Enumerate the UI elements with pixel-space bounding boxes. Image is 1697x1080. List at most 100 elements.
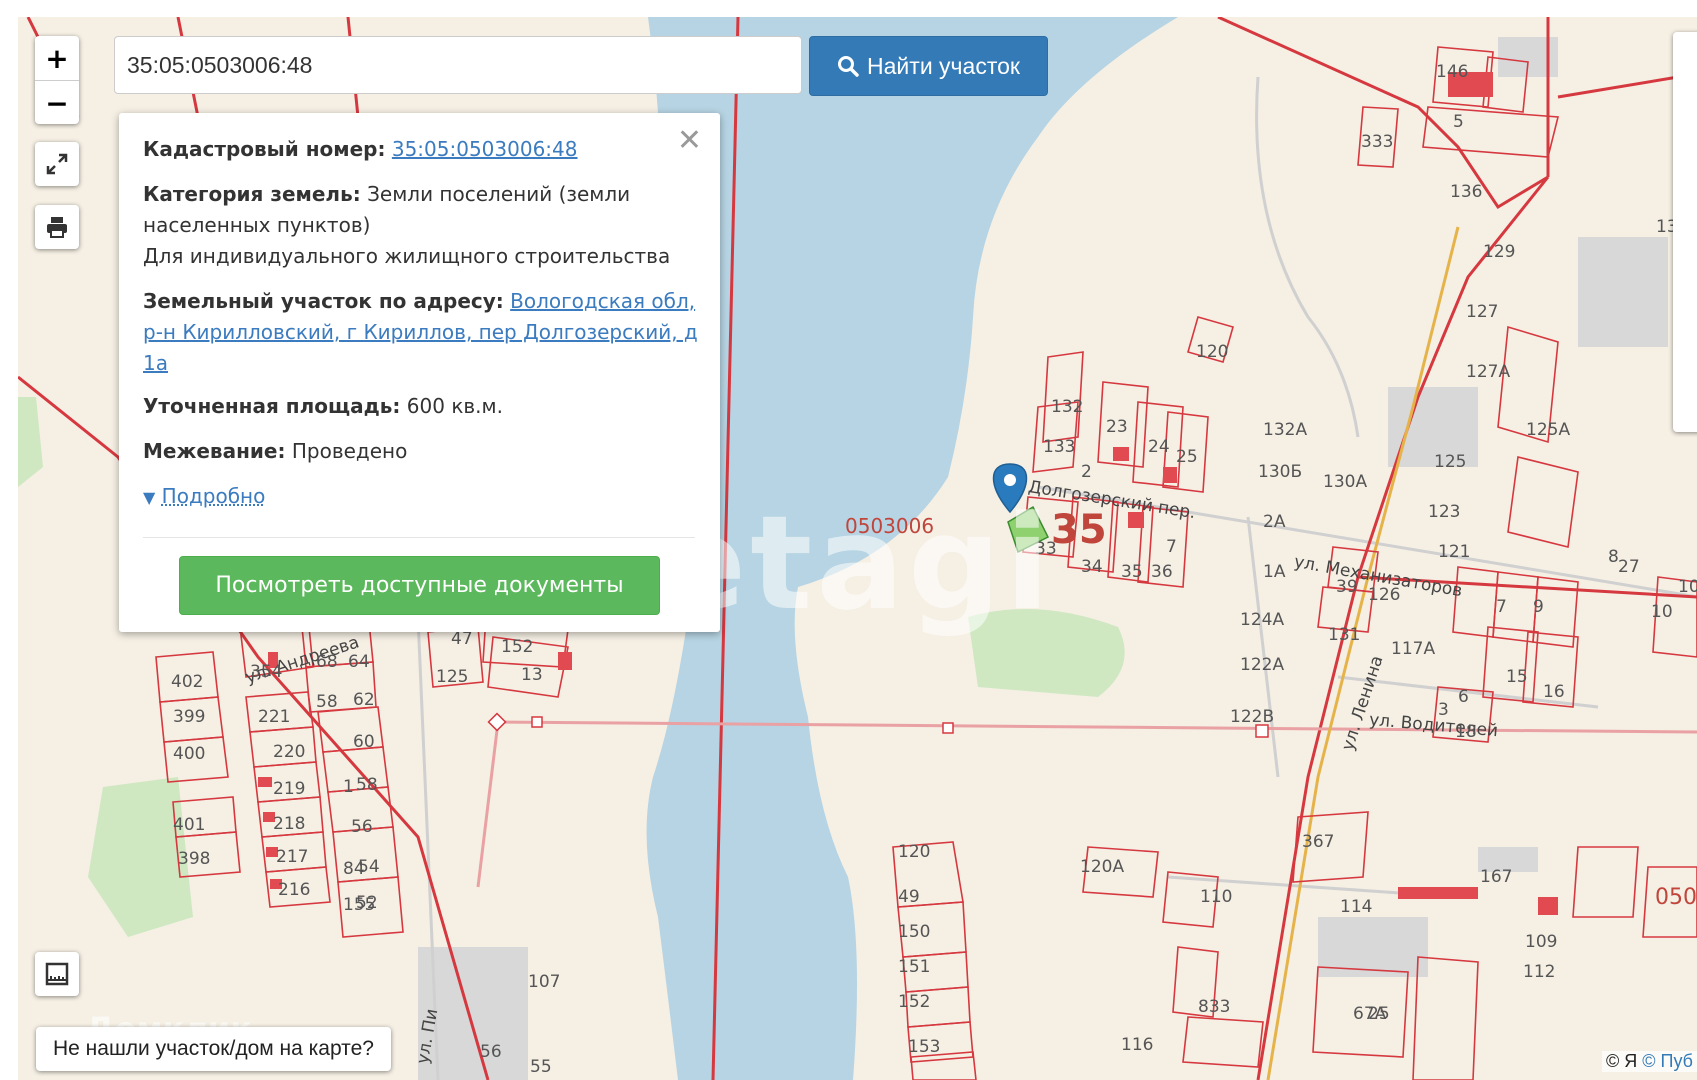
parcel-number-label: 220 bbox=[273, 742, 306, 762]
parcel-number-label: 7 bbox=[1496, 597, 1507, 617]
parcel-number-label: 127А bbox=[1466, 362, 1511, 382]
parcel-number-label: 25 bbox=[1368, 1004, 1390, 1024]
parcel-number-label: 167 bbox=[1480, 867, 1513, 887]
cadastral-search-input[interactable] bbox=[114, 36, 802, 94]
parcel-number-label: 219 bbox=[273, 779, 306, 799]
printer-icon bbox=[47, 217, 67, 238]
parcel-number-label: 13 bbox=[521, 665, 543, 685]
park-area bbox=[18, 397, 43, 487]
parcel-number-label: 122А bbox=[1240, 655, 1285, 675]
view-documents-button[interactable]: Посмотреть доступные документы bbox=[179, 556, 660, 615]
parcel-number-label: 125А bbox=[1526, 420, 1571, 440]
parcel-number-label: 10 bbox=[1678, 577, 1697, 597]
parcel-number-label: 62 bbox=[353, 690, 375, 710]
block-label: 35 bbox=[1051, 507, 1107, 553]
details-toggle[interactable]: ▼ Подробно bbox=[143, 481, 703, 513]
parcel-number-label: 131 bbox=[1328, 625, 1361, 645]
parcel-number-label: 109 bbox=[1525, 932, 1558, 952]
zoom-in-button[interactable]: + bbox=[35, 36, 79, 81]
area-label: Уточненная площадь: bbox=[143, 394, 401, 418]
parcel-number-label: 221 bbox=[258, 707, 291, 727]
find-parcel-button[interactable]: Найти участок bbox=[809, 36, 1048, 96]
parcel-number-label: 401 bbox=[173, 815, 206, 835]
parcel-number-label: 16 bbox=[1543, 682, 1565, 702]
parcel-number-label: 152 bbox=[501, 637, 534, 657]
parcel-number-label: 34 bbox=[1081, 557, 1103, 577]
parcel-number-label: 153 bbox=[908, 1037, 941, 1057]
parcel-number-label: 5 bbox=[1453, 112, 1464, 132]
cadastral-number-row: Кадастровый номер: 35:05:0503006:48 bbox=[143, 134, 703, 165]
parcel-number-label: 129 bbox=[1483, 242, 1516, 262]
fullscreen-button[interactable] bbox=[35, 142, 79, 186]
zoom-control: + − bbox=[35, 36, 79, 124]
parcel-number-label: 333 bbox=[1361, 132, 1394, 152]
parcel-number-label: 15 bbox=[1506, 667, 1528, 687]
parcel-number-label: 6 bbox=[1458, 687, 1469, 707]
parcel-number-label: 367 bbox=[1302, 832, 1335, 852]
print-button[interactable] bbox=[35, 205, 79, 249]
parcel-number-label: 2А bbox=[1263, 512, 1286, 532]
parcel-number-label: 9 bbox=[1533, 597, 1544, 617]
parcel-number-label: 146 bbox=[1436, 62, 1469, 82]
parcel-number-label: 398 bbox=[178, 849, 211, 869]
parcel-number-label: 58 bbox=[316, 692, 338, 712]
parcel-number-label: 121 bbox=[1438, 542, 1471, 562]
public-map-attribution[interactable]: © Пуб bbox=[1642, 1051, 1693, 1071]
not-found-button[interactable]: Не нашли участок/дом на карте? bbox=[36, 1027, 391, 1071]
parcel-number-label: 833 bbox=[1198, 997, 1231, 1017]
parcel-number-label: 150 bbox=[898, 922, 931, 942]
parcel-number-label: 47 bbox=[451, 629, 473, 649]
area-row: Уточненная площадь: 600 кв.м. bbox=[143, 391, 703, 422]
caret-down-icon: ▼ bbox=[143, 488, 156, 507]
parcel-number-label: 125 bbox=[1434, 452, 1467, 472]
area-value: 600 кв.м. bbox=[406, 394, 503, 418]
parcel-number-label: 120А bbox=[1080, 857, 1125, 877]
parcel-number-label: 130Б bbox=[1258, 462, 1303, 482]
fullscreen-icon bbox=[46, 153, 68, 175]
search-icon bbox=[838, 56, 859, 77]
cadastral-label: Кадастровый номер: bbox=[143, 137, 386, 161]
cadastral-number-link[interactable]: 35:05:0503006:48 bbox=[392, 137, 578, 161]
parcel-number-label: 1 bbox=[343, 777, 354, 797]
parcel-number-label: 25 bbox=[1176, 447, 1198, 467]
layers-panel[interactable] bbox=[1673, 32, 1697, 432]
zoom-out-button[interactable]: − bbox=[35, 81, 79, 125]
land-usage: Для индивидуального жилищного строительс… bbox=[143, 244, 671, 268]
parcel-number-label: 130А bbox=[1323, 472, 1368, 492]
parcel-number-label: 123 bbox=[1428, 502, 1461, 522]
parcel-number-label: 7 bbox=[1166, 537, 1177, 557]
parcel-number-label: 120 bbox=[1196, 342, 1229, 362]
map-attribution: © Я © Пуб bbox=[1602, 1051, 1697, 1072]
details-link[interactable]: Подробно bbox=[162, 484, 266, 508]
parcel-number-label: 55 bbox=[530, 1057, 552, 1077]
parcel-info-popup: ✕ Кадастровый номер: 35:05:0503006:48 Ка… bbox=[119, 113, 720, 632]
parcel-number-label: 107 bbox=[528, 972, 561, 992]
category-label: Категория земель: bbox=[143, 182, 361, 206]
survey-value: Проведено bbox=[291, 439, 408, 463]
parcel-number-label: 60 bbox=[353, 732, 375, 752]
ruler-button[interactable] bbox=[35, 952, 79, 996]
parcel-number-label: 399 bbox=[173, 707, 206, 727]
parcel-number-label: 117А bbox=[1391, 639, 1436, 659]
parcel-number-label: 110 bbox=[1200, 887, 1233, 907]
quarter-label-2: 050 bbox=[1655, 885, 1697, 910]
survey-label: Межевание: bbox=[143, 439, 286, 463]
parcel-number-label: 217 bbox=[276, 847, 309, 867]
parcel-number-label: 126 bbox=[1368, 585, 1401, 605]
parcel-number-label: 132А bbox=[1263, 420, 1308, 440]
parcel-number-label: 23 bbox=[1106, 417, 1128, 437]
parcel-number-label: 124А bbox=[1240, 610, 1285, 630]
parcel-number-label: 136 bbox=[1450, 182, 1483, 202]
parcel-number-label: 120 bbox=[898, 842, 931, 862]
parcel-number-label: 151 bbox=[898, 957, 931, 977]
parcel-number-label: 36 bbox=[1151, 562, 1173, 582]
parcel-number-label: 125 bbox=[436, 667, 469, 687]
parcel-number-label: 10 bbox=[1651, 602, 1673, 622]
parcel-number-label: 133 bbox=[1043, 437, 1076, 457]
parcel-number-label: 35 bbox=[1121, 562, 1143, 582]
parcel-number-label: 56 bbox=[480, 1042, 502, 1062]
address-row: Земельный участок по адресу: Вологодская… bbox=[143, 286, 703, 379]
yandex-attribution[interactable]: © Я bbox=[1606, 1051, 1637, 1071]
parcel-number-label: 218 bbox=[273, 814, 306, 834]
parcel-number-label: 3 bbox=[1438, 700, 1449, 720]
